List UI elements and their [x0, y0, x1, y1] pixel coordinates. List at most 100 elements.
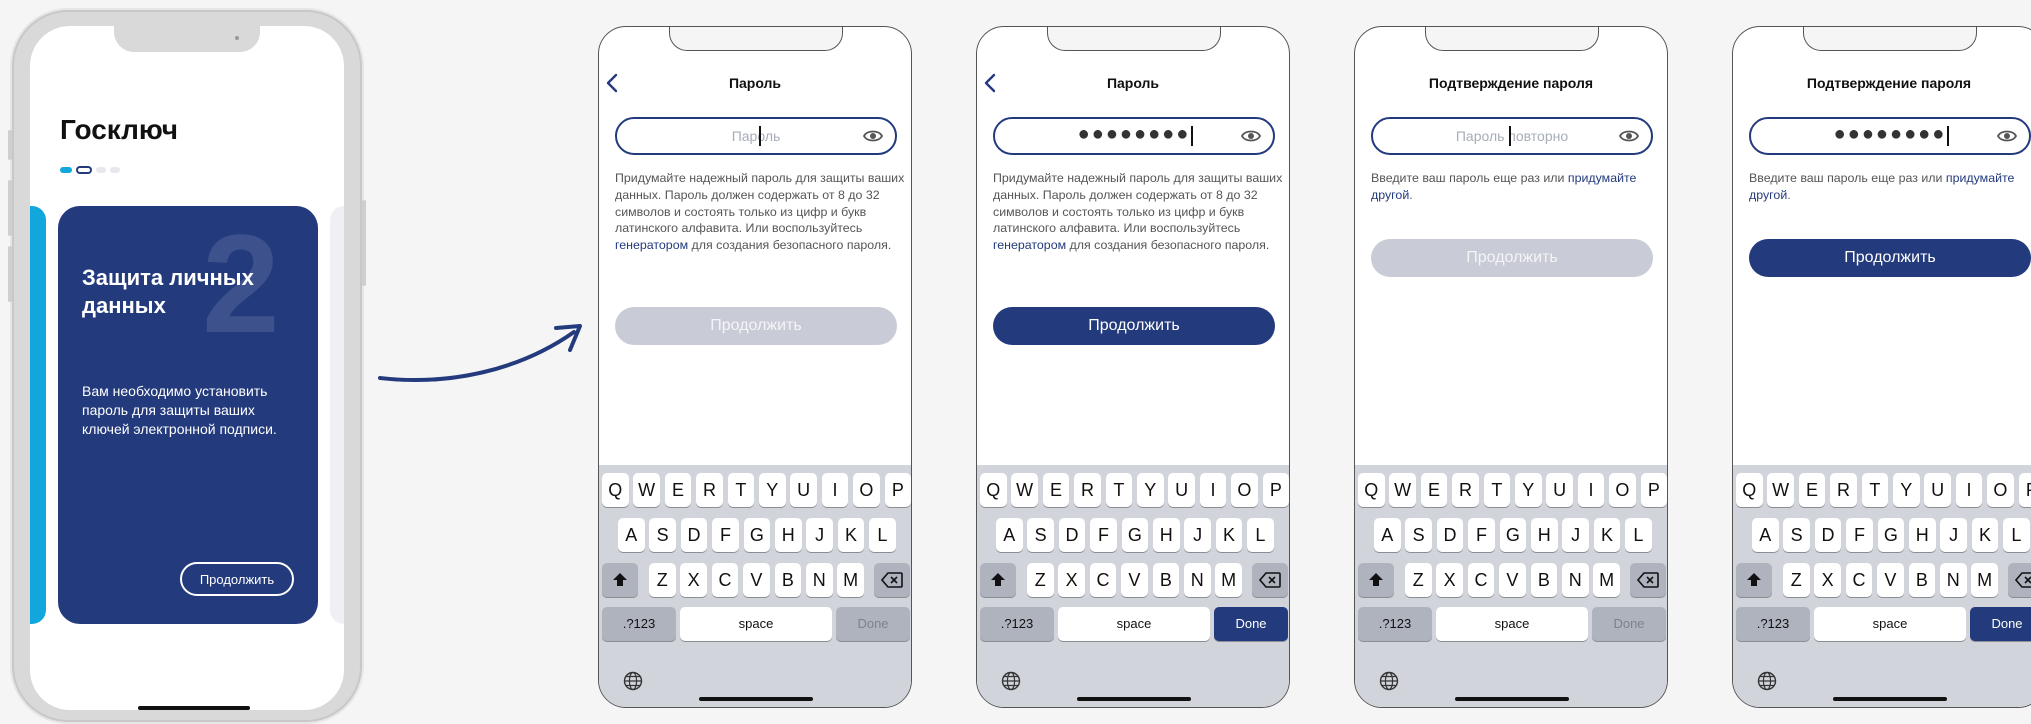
key-e[interactable]: E	[664, 473, 692, 507]
numbers-key[interactable]: .?123	[1358, 607, 1432, 641]
key-b[interactable]: B	[1530, 563, 1558, 597]
key-i[interactable]: I	[821, 473, 849, 507]
key-n[interactable]: N	[1184, 563, 1211, 597]
key-l[interactable]: L	[869, 518, 896, 552]
previous-card-edge[interactable]	[30, 206, 46, 624]
numbers-key[interactable]: .?123	[980, 607, 1054, 641]
eye-icon[interactable]	[1619, 128, 1639, 144]
key-z[interactable]: Z	[1405, 563, 1432, 597]
globe-icon[interactable]	[1001, 671, 1021, 691]
key-y[interactable]: Y	[759, 473, 786, 507]
key-d[interactable]: D	[1814, 518, 1842, 552]
key-t[interactable]: T	[1105, 473, 1133, 507]
key-s[interactable]: S	[1405, 518, 1432, 552]
password-input[interactable]: ●●●●●●●●	[1749, 117, 2031, 155]
globe-icon[interactable]	[1757, 671, 1777, 691]
done-key[interactable]: Done	[1214, 607, 1288, 641]
key-d[interactable]: D	[1436, 518, 1464, 552]
key-v[interactable]: V	[743, 563, 770, 597]
key-v[interactable]: V	[1121, 563, 1148, 597]
key-o[interactable]: O	[853, 473, 880, 507]
key-f[interactable]: F	[1090, 518, 1117, 552]
shift-key[interactable]	[602, 563, 638, 597]
key-i[interactable]: I	[1577, 473, 1605, 507]
key-q[interactable]: Q	[602, 473, 629, 507]
space-key[interactable]: space	[680, 607, 832, 641]
key-w[interactable]: W	[633, 473, 660, 507]
key-x[interactable]: X	[680, 563, 707, 597]
key-m[interactable]: M	[1215, 563, 1242, 597]
key-e[interactable]: E	[1042, 473, 1070, 507]
key-n[interactable]: N	[1940, 563, 1967, 597]
backspace-key[interactable]	[1630, 563, 1666, 597]
key-x[interactable]: X	[1058, 563, 1085, 597]
continue-button[interactable]: Продолжить	[993, 307, 1275, 345]
key-n[interactable]: N	[806, 563, 833, 597]
key-v[interactable]: V	[1877, 563, 1904, 597]
key-g[interactable]: G	[1877, 518, 1905, 552]
continue-button[interactable]: Продолжить	[1749, 239, 2031, 277]
key-x[interactable]: X	[1436, 563, 1463, 597]
key-k[interactable]: K	[1215, 518, 1243, 552]
key-h[interactable]: H	[1531, 518, 1558, 552]
key-t[interactable]: T	[727, 473, 755, 507]
key-r[interactable]: R	[1074, 473, 1101, 507]
key-m[interactable]: M	[1971, 563, 1998, 597]
key-a[interactable]: A	[996, 518, 1023, 552]
space-key[interactable]: space	[1814, 607, 1966, 641]
key-d[interactable]: D	[680, 518, 708, 552]
continue-button[interactable]: Продолжить	[615, 307, 897, 345]
key-b[interactable]: B	[1908, 563, 1936, 597]
key-w[interactable]: W	[1389, 473, 1416, 507]
key-q[interactable]: Q	[980, 473, 1007, 507]
key-j[interactable]: J	[806, 518, 833, 552]
key-u[interactable]: U	[1168, 473, 1195, 507]
key-r[interactable]: R	[696, 473, 723, 507]
key-o[interactable]: O	[1609, 473, 1636, 507]
key-y[interactable]: Y	[1137, 473, 1164, 507]
key-w[interactable]: W	[1011, 473, 1038, 507]
card-continue-button[interactable]: Продолжить	[180, 562, 294, 596]
key-e[interactable]: E	[1798, 473, 1826, 507]
key-h[interactable]: H	[775, 518, 802, 552]
key-j[interactable]: J	[1940, 518, 1967, 552]
key-o[interactable]: O	[1231, 473, 1258, 507]
key-y[interactable]: Y	[1515, 473, 1542, 507]
key-b[interactable]: B	[774, 563, 802, 597]
key-a[interactable]: A	[1374, 518, 1401, 552]
space-key[interactable]: space	[1436, 607, 1588, 641]
key-h[interactable]: H	[1153, 518, 1180, 552]
done-key[interactable]: Done	[836, 607, 910, 641]
key-f[interactable]: F	[1846, 518, 1873, 552]
backspace-key[interactable]	[874, 563, 910, 597]
key-l[interactable]: L	[1625, 518, 1652, 552]
key-n[interactable]: N	[1562, 563, 1589, 597]
password-input[interactable]: Пароль	[615, 117, 897, 155]
key-p[interactable]: P	[1640, 473, 1667, 507]
globe-icon[interactable]	[1379, 671, 1399, 691]
globe-icon[interactable]	[623, 671, 643, 691]
key-r[interactable]: R	[1452, 473, 1479, 507]
key-z[interactable]: Z	[1783, 563, 1810, 597]
key-i[interactable]: I	[1955, 473, 1983, 507]
done-key[interactable]: Done	[1970, 607, 2031, 641]
key-s[interactable]: S	[1783, 518, 1810, 552]
key-z[interactable]: Z	[649, 563, 676, 597]
key-l[interactable]: L	[1247, 518, 1274, 552]
key-o[interactable]: O	[1987, 473, 2014, 507]
password-input[interactable]: Пароль повторно	[1371, 117, 1653, 155]
key-v[interactable]: V	[1499, 563, 1526, 597]
description-link[interactable]: генератором	[615, 238, 688, 252]
key-w[interactable]: W	[1767, 473, 1794, 507]
key-h[interactable]: H	[1909, 518, 1936, 552]
key-q[interactable]: Q	[1736, 473, 1763, 507]
key-g[interactable]: G	[1121, 518, 1149, 552]
description-link[interactable]: генератором	[993, 238, 1066, 252]
key-c[interactable]: C	[711, 563, 739, 597]
key-r[interactable]: R	[1830, 473, 1857, 507]
key-f[interactable]: F	[712, 518, 739, 552]
key-i[interactable]: I	[1199, 473, 1227, 507]
key-u[interactable]: U	[790, 473, 817, 507]
key-q[interactable]: Q	[1358, 473, 1385, 507]
key-d[interactable]: D	[1058, 518, 1086, 552]
